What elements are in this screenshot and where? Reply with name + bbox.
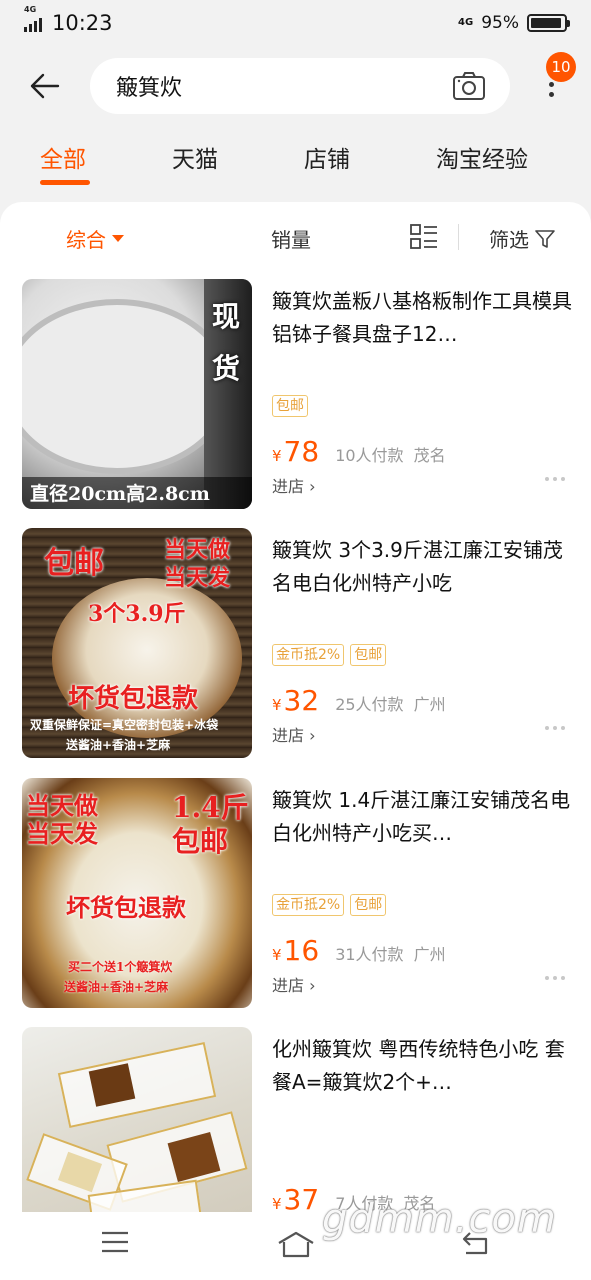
results-panel: 综合 销量 筛选 现 货 直径20cm高2.8cm 簸箕炊盖粄八基格粄制作工具模… [0, 202, 591, 1212]
seller-location: 广州 [413, 695, 446, 714]
active-tab-indicator [40, 180, 90, 185]
back-button[interactable] [0, 46, 90, 126]
image-text: 当天发 [26, 819, 98, 848]
network-4g-icon: 4G [458, 17, 474, 28]
image-text: 包邮 [44, 546, 104, 581]
item-more-icon[interactable] [545, 477, 565, 481]
battery-icon [527, 14, 570, 32]
currency-symbol: ¥ [272, 696, 282, 714]
tag-free-shipping: 包邮 [272, 395, 308, 417]
search-input[interactable]: 簸箕炊 [90, 58, 510, 114]
tab-shops[interactable]: 店铺 [304, 140, 350, 174]
currency-symbol: ¥ [272, 946, 282, 964]
sales-count: 31人付款 [335, 945, 404, 964]
product-title[interactable]: 化州簸箕炊 粤西传统特色小吃 套餐A=簸箕炊2个+… [272, 1033, 572, 1099]
back-arrow-icon [30, 73, 60, 99]
status-time: 10:23 [52, 11, 113, 35]
image-text: 3个3.9斤 [88, 601, 186, 627]
battery-percent: 95% [481, 13, 519, 33]
image-text: 双重保鲜保证=真空密封包装+冰袋 [30, 718, 219, 732]
image-text: 现 [212, 300, 241, 333]
product-info: 簸箕炊 1.4斤湛江廉江安铺茂名电白化州特产小吃买… 金币抵2% 包邮 ¥ 16… [272, 784, 572, 995]
tab-all[interactable]: 全部 [40, 140, 86, 174]
currency-symbol: ¥ [272, 1195, 282, 1212]
network-type-label: 4G [24, 5, 37, 14]
image-text: 坏货包退款 [68, 684, 199, 714]
item-more-icon[interactable] [545, 726, 565, 730]
product-price: 78 [283, 435, 320, 468]
sort-sales-label: 销量 [271, 228, 311, 252]
filter-funnel-icon [535, 229, 555, 248]
enter-shop-link[interactable]: 进店 › [272, 473, 316, 497]
search-header: 簸箕炊 [0, 46, 591, 126]
tab-taobao-experience[interactable]: 淘宝经验 [436, 140, 528, 174]
dropdown-triangle-icon [112, 235, 124, 242]
tab-tmall[interactable]: 天猫 [172, 140, 218, 174]
sort-divider [458, 224, 459, 250]
product-info: 簸箕炊盖粄八基格粄制作工具模具铝钵子餐具盘子12… 包邮 ¥ 78 10人付款 … [272, 285, 572, 496]
product-title[interactable]: 簸箕炊 3个3.9斤湛江廉江安铺茂名电白化州特产小吃 [272, 534, 572, 600]
product-image[interactable]: 当天做 当天发 1.4斤 包邮 坏货包退款 买二个送1个簸箕炊 送酱油+香油+芝… [22, 778, 252, 1008]
sales-count: 25人付款 [335, 695, 404, 714]
menu-icon[interactable] [100, 1230, 130, 1254]
product-info: 化州簸箕炊 粤西传统特色小吃 套餐A=簸箕炊2个+… ¥ 37 7人付款 茂名 [272, 1033, 572, 1212]
price-row: ¥ 78 10人付款 茂名 [272, 435, 572, 468]
product-item[interactable]: 化州簸箕炊 粤西传统特色小吃 套餐A=簸箕炊2个+… ¥ 37 7人付款 茂名 [0, 1027, 591, 1212]
product-price: 32 [283, 684, 320, 717]
category-tabs: 全部 天猫 店铺 淘宝经验 [0, 126, 591, 202]
signal-icon: 4G [24, 5, 42, 32]
product-item[interactable]: 现 货 直径20cm高2.8cm 簸箕炊盖粄八基格粄制作工具模具铝钵子餐具盘子1… [0, 279, 591, 519]
camera-icon[interactable] [452, 71, 486, 101]
product-item[interactable]: 包邮 当天做 当天发 3个3.9斤 坏货包退款 双重保鲜保证=真空密封包装+冰袋… [0, 528, 591, 768]
enter-shop-link[interactable]: 进店 › [272, 972, 316, 996]
image-text: 送酱油+香油+芝麻 [64, 980, 169, 994]
image-text: 送酱油+香油+芝麻 [66, 738, 171, 752]
sales-count: 10人付款 [335, 446, 404, 465]
tag-coin-discount: 金币抵2% [272, 894, 345, 916]
message-count-badge: 10 [546, 52, 576, 82]
home-icon[interactable] [276, 1230, 316, 1258]
product-price: 37 [283, 1183, 320, 1212]
image-text: 买二个送1个簸箕炊 [68, 960, 173, 974]
tag-free-shipping: 包邮 [350, 644, 387, 666]
product-item[interactable]: 当天做 当天发 1.4斤 包邮 坏货包退款 买二个送1个簸箕炊 送酱油+香油+芝… [0, 778, 591, 1018]
product-image[interactable]: 现 货 直径20cm高2.8cm [22, 279, 252, 509]
price-row: ¥ 32 25人付款 广州 [272, 684, 572, 717]
product-image[interactable]: 包邮 当天做 当天发 3个3.9斤 坏货包退款 双重保鲜保证=真空密封包装+冰袋… [22, 528, 252, 758]
seller-location: 广州 [413, 945, 446, 964]
tag-free-shipping: 包邮 [350, 894, 387, 916]
product-image[interactable] [22, 1027, 252, 1212]
image-text: 直径20cm高2.8cm [30, 483, 210, 505]
product-info: 簸箕炊 3个3.9斤湛江廉江安铺茂名电白化州特产小吃 金币抵2% 包邮 ¥ 32… [272, 534, 572, 745]
sort-bar: 综合 销量 筛选 [0, 202, 591, 274]
image-text: 当天发 [164, 565, 231, 591]
seller-location: 茂名 [413, 446, 446, 465]
product-title[interactable]: 簸箕炊 1.4斤湛江廉江安铺茂名电白化州特产小吃买… [272, 784, 572, 850]
list-view-icon[interactable] [410, 224, 438, 250]
tag-coin-discount: 金币抵2% [272, 644, 345, 666]
image-text: 货 [212, 352, 241, 385]
sort-comprehensive[interactable]: 综合 [66, 224, 124, 253]
image-text: 包邮 [172, 825, 229, 858]
product-tags: 包邮 [272, 395, 308, 417]
status-bar: 4G 10:23 4G 95% [0, 0, 591, 46]
product-title[interactable]: 簸箕炊盖粄八基格粄制作工具模具铝钵子餐具盘子12… [272, 285, 572, 351]
product-price: 16 [283, 934, 320, 967]
filter-label: 筛选 [489, 228, 529, 252]
watermark: gdmm.com [322, 1196, 557, 1242]
image-text: 坏货包退款 [66, 893, 186, 922]
product-tags: 金币抵2% 包邮 [272, 894, 387, 916]
enter-shop-link[interactable]: 进店 › [272, 722, 316, 746]
sort-sales[interactable]: 销量 [271, 224, 311, 253]
filter-button[interactable]: 筛选 [489, 224, 555, 253]
currency-symbol: ¥ [272, 447, 282, 465]
price-row: ¥ 16 31人付款 广州 [272, 934, 572, 967]
product-tags: 金币抵2% 包邮 [272, 644, 387, 666]
sort-comprehensive-label: 综合 [66, 228, 106, 252]
search-query: 簸箕炊 [116, 76, 183, 101]
item-more-icon[interactable] [545, 976, 565, 980]
